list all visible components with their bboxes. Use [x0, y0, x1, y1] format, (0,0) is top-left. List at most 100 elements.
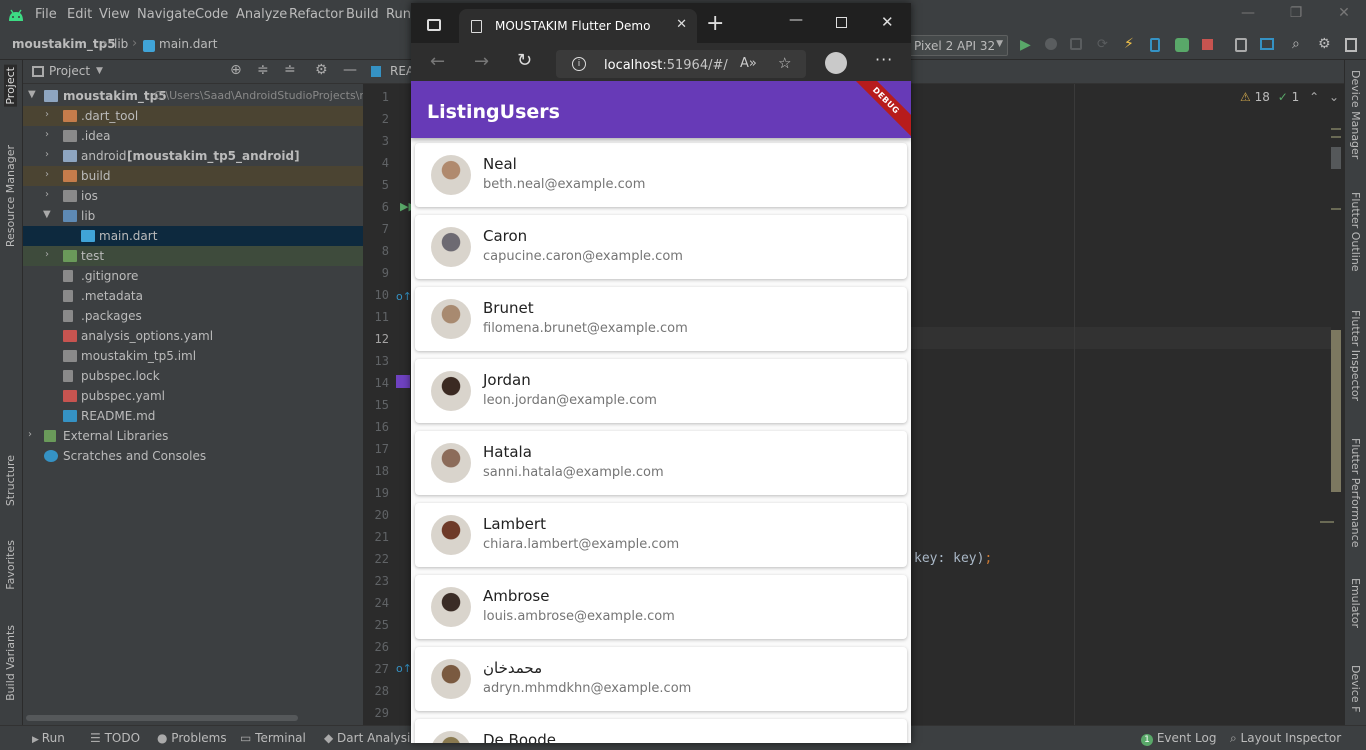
tree-item-test[interactable]: › test	[23, 246, 363, 266]
refresh-icon[interactable]: ↻	[517, 50, 532, 71]
tool-tab-device-manager[interactable]: Device Manager	[1349, 70, 1362, 159]
address-bar[interactable]: i localhost:51964/#/ A» ☆	[556, 50, 806, 78]
user-card[interactable]: Jordan leon.jordan@example.com	[415, 359, 907, 423]
breadcrumb-lib[interactable]: lib	[114, 37, 128, 51]
browser-close-icon[interactable]: ✕	[881, 13, 894, 31]
layout-icon[interactable]	[1345, 38, 1357, 52]
user-card[interactable]: Hatala sanni.hatala@example.com	[415, 431, 907, 495]
close-tab-icon[interactable]: ✕	[676, 17, 687, 32]
hot-restart-icon[interactable]	[1150, 38, 1160, 52]
statusbar-dart-analysis[interactable]: ◆ Dart Analysis	[324, 731, 417, 745]
user-card[interactable]: Ambrose louis.ambrose@example.com	[415, 575, 907, 639]
tool-tab-project[interactable]: Project	[4, 65, 17, 107]
tool-tab-emulator[interactable]: Emulator	[1349, 578, 1362, 628]
new-tab-icon[interactable]: +	[706, 11, 724, 36]
tool-tab-resource-manager[interactable]: Resource Manager	[4, 145, 17, 247]
statusbar-problems[interactable]: ● Problems	[157, 731, 227, 745]
ide-close-icon[interactable]: ✕	[1333, 5, 1355, 25]
tree-item-gitignore[interactable]: .gitignore	[23, 266, 363, 286]
search-icon[interactable]: ⌕	[1292, 36, 1300, 52]
tree-item-iml[interactable]: moustakim_tp5.iml	[23, 346, 363, 366]
tree-item-build[interactable]: › build	[23, 166, 363, 186]
profile-icon[interactable]	[1070, 38, 1082, 50]
browser-minimize-icon[interactable]: —	[789, 12, 803, 28]
more-options-icon[interactable]: ···	[875, 50, 893, 69]
editor-scroll-region[interactable]	[1331, 330, 1341, 492]
ide-restore-icon[interactable]: ❐	[1285, 5, 1307, 25]
override-gutter-icon[interactable]: o↑	[396, 290, 412, 303]
collapse-all-icon[interactable]: ≐	[284, 62, 296, 78]
device-selector[interactable]: Pixel 2 API 32 ▼	[908, 35, 1008, 56]
menu-file[interactable]: File	[35, 7, 57, 22]
user-card[interactable]: محمدخان adryn.mhmdkhn@example.com	[415, 647, 907, 711]
tool-tab-build-variants[interactable]: Build Variants	[4, 625, 17, 701]
statusbar-todo[interactable]: ☰ TODO	[90, 731, 140, 745]
menu-navigate[interactable]: Navigate	[137, 7, 195, 22]
browser-tab[interactable]: MOUSTAKIM Flutter Demo ✕	[459, 9, 697, 43]
tab-actions-icon[interactable]	[427, 19, 441, 31]
tree-item-pubspec-yaml[interactable]: pubspec.yaml	[23, 386, 363, 406]
menu-run[interactable]: Run	[386, 7, 411, 22]
statusbar-terminal[interactable]: ▭ Terminal	[240, 731, 306, 745]
override-gutter-icon[interactable]: o↑	[396, 662, 412, 675]
tree-item-analysis-options[interactable]: analysis_options.yaml	[23, 326, 363, 346]
horizontal-scrollbar[interactable]	[26, 715, 298, 721]
project-view-selector[interactable]: Project	[49, 64, 90, 78]
profile-avatar-icon[interactable]	[825, 52, 847, 74]
sync-icon[interactable]	[1175, 38, 1189, 52]
tree-item-packages[interactable]: .packages	[23, 306, 363, 326]
panel-settings-icon[interactable]: ⚙	[315, 62, 328, 78]
tree-item-metadata[interactable]: .metadata	[23, 286, 363, 306]
tree-item-external-libraries[interactable]: › External Libraries	[23, 426, 363, 446]
read-aloud-icon[interactable]: A»	[740, 56, 757, 71]
menu-edit[interactable]: Edit	[67, 7, 92, 22]
tool-tab-device-file-explorer[interactable]: Device F	[1349, 665, 1362, 712]
statusbar-run[interactable]: ▶ Run	[32, 731, 65, 745]
hide-panel-icon[interactable]: —	[343, 62, 357, 78]
expand-all-icon[interactable]: ≑	[257, 62, 269, 78]
hot-reload-icon[interactable]: ⚡	[1124, 36, 1134, 52]
ide-minimize-icon[interactable]: —	[1237, 5, 1259, 25]
tool-tab-flutter-outline[interactable]: Flutter Outline	[1349, 192, 1362, 272]
site-info-icon[interactable]: i	[572, 57, 586, 71]
tool-tab-favorites[interactable]: Favorites	[4, 540, 17, 590]
tree-item-android[interactable]: › android [moustakim_tp5_android]	[23, 146, 363, 166]
settings-gear-icon[interactable]: ⚙	[1318, 36, 1331, 52]
chevron-down-icon[interactable]: ▼	[96, 66, 103, 76]
breadcrumb-project[interactable]: moustakim_tp5	[12, 37, 116, 51]
chevron-up-icon[interactable]: ⌃	[1309, 90, 1319, 104]
breadcrumb-file[interactable]: main.dart	[159, 37, 217, 51]
menu-code[interactable]: Code	[195, 7, 228, 22]
sdk-manager-icon[interactable]	[1260, 38, 1274, 50]
menu-view[interactable]: View	[99, 7, 130, 22]
inspection-widget[interactable]: ⚠ 18 ✓ 1 ⌃ ⌄	[1240, 90, 1339, 104]
tool-tab-flutter-performance[interactable]: Flutter Performance	[1349, 438, 1362, 547]
forward-icon[interactable]: →	[474, 51, 489, 72]
tree-item-dart-tool[interactable]: › .dart_tool	[23, 106, 363, 126]
user-card[interactable]: Neal beth.neal@example.com	[415, 143, 907, 207]
android-studio-icon[interactable]	[7, 8, 25, 22]
favorites-add-icon[interactable]: ☆	[778, 54, 791, 72]
user-card[interactable]: Caron capucine.caron@example.com	[415, 215, 907, 279]
tool-tab-structure[interactable]: Structure	[4, 455, 17, 506]
tree-item-main-dart[interactable]: main.dart	[23, 226, 363, 246]
tree-item-idea[interactable]: › .idea	[23, 126, 363, 146]
user-card[interactable]: Lambert chiara.lambert@example.com	[415, 503, 907, 567]
back-icon[interactable]: ←	[430, 51, 445, 72]
tree-root[interactable]: ▼ moustakim_tp5 C:\Users\Saad\AndroidStu…	[23, 86, 364, 106]
statusbar-event-log[interactable]: 1 Event Log	[1141, 731, 1216, 746]
tree-item-readme[interactable]: README.md	[23, 406, 363, 426]
user-card[interactable]: Brunet filomena.brunet@example.com	[415, 287, 907, 351]
locate-file-icon[interactable]: ⊕	[230, 62, 242, 78]
attach-icon[interactable]: ⟳	[1097, 37, 1108, 52]
debug-icon[interactable]	[1045, 38, 1057, 50]
tree-item-scratches[interactable]: Scratches and Consoles	[23, 446, 363, 466]
tool-tab-flutter-inspector[interactable]: Flutter Inspector	[1349, 310, 1362, 401]
stop-icon[interactable]	[1202, 39, 1213, 50]
run-icon[interactable]: ▶	[1020, 37, 1031, 53]
menu-analyze[interactable]: Analyze	[236, 7, 287, 22]
tree-item-lib[interactable]: ▼ lib	[23, 206, 363, 226]
editor-scroll-thumb[interactable]	[1331, 147, 1341, 169]
browser-maximize-icon[interactable]	[836, 17, 847, 28]
menu-build[interactable]: Build	[346, 7, 379, 22]
